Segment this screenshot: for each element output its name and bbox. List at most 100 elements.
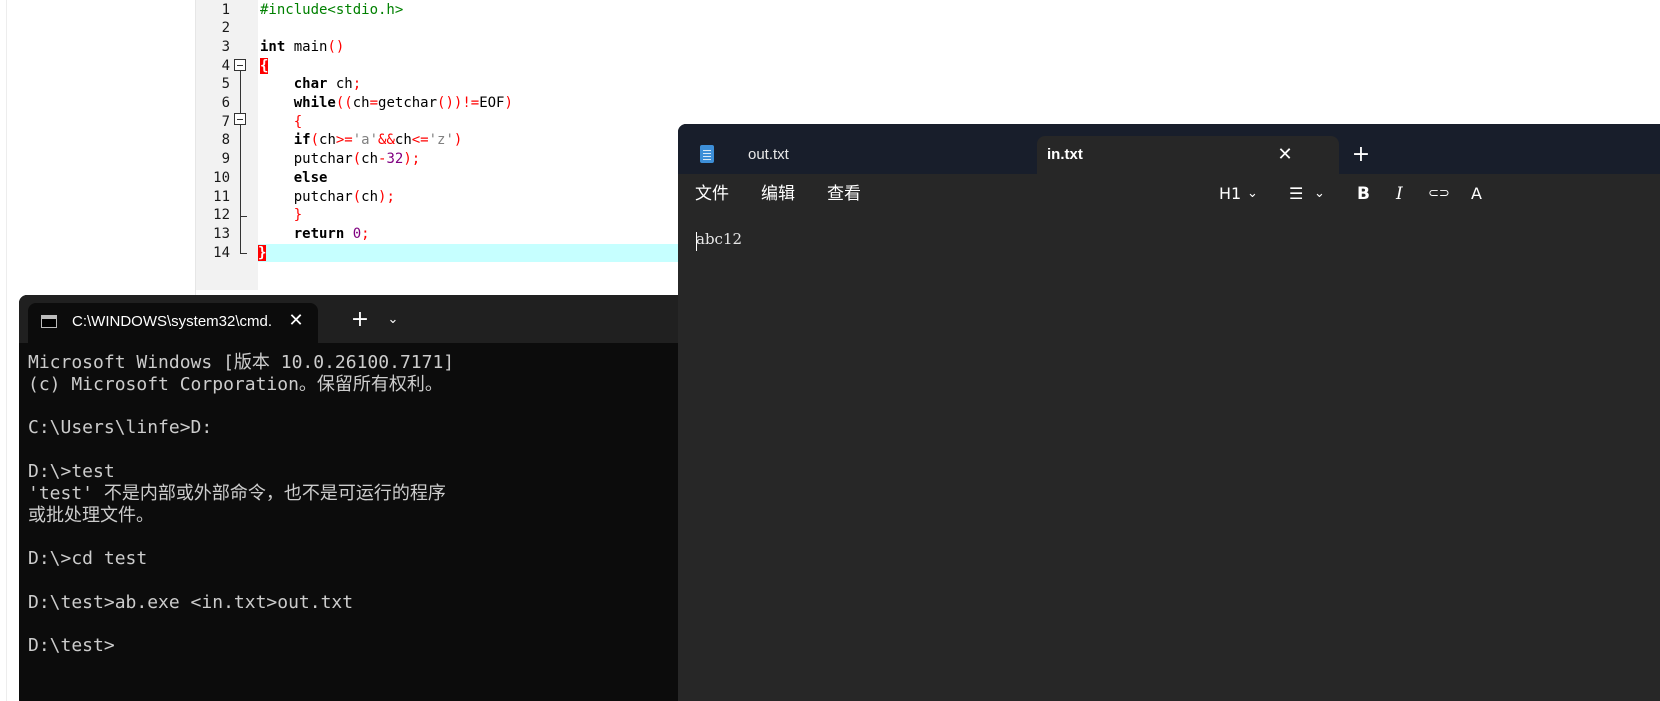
preprocessor-directive: #include<stdio.h> <box>260 1 404 18</box>
code-line-5: char ch; <box>260 75 361 94</box>
operator: ; <box>361 225 370 242</box>
line-number: 12 <box>213 207 230 224</box>
menu-edit[interactable]: 编辑 <box>761 182 795 206</box>
operator: = <box>369 95 379 111</box>
notepad-app-icon <box>700 145 714 163</box>
operator: ) <box>453 132 463 149</box>
brace: { <box>293 113 303 130</box>
heading-dropdown[interactable]: H1 <box>1219 182 1241 206</box>
operator: ( <box>310 132 320 149</box>
code-line-11: putchar(ch); <box>260 188 395 207</box>
notepad-text-area[interactable]: abc12 <box>678 214 1660 701</box>
notepad-window: out.txt in.txt ✕ + 文件 编辑 查看 H1 ⌄ ☰ ⌄ B I… <box>678 124 1660 701</box>
bold-button[interactable]: B <box>1357 182 1370 206</box>
code-line-7: { <box>260 113 302 132</box>
line-number: 11 <box>213 188 230 205</box>
identifier: putchar <box>293 151 353 168</box>
terminal-tab[interactable]: C:\WINDOWS\system32\cmd.exe ✕ <box>28 303 318 343</box>
identifier: putchar <box>293 188 353 205</box>
fold-end-marker <box>240 216 247 217</box>
keyword: int <box>260 38 286 55</box>
new-tab-button[interactable]: + <box>1350 144 1372 166</box>
terminal-window: C:\WINDOWS\system32\cmd.exe ✕ + ⌄ Micros… <box>19 295 679 701</box>
code-line-10: else <box>260 169 328 188</box>
link-icon[interactable]: ⊂⊃ <box>1428 182 1450 206</box>
line-number: 7 <box>221 113 230 130</box>
matched-brace: { <box>260 57 269 74</box>
number-literal: 0 <box>344 225 362 242</box>
chevron-down-icon[interactable]: ⌄ <box>1247 182 1258 206</box>
close-tab-icon[interactable]: ✕ <box>1275 144 1295 166</box>
char-literal: 'a' <box>352 132 379 149</box>
tab-out-txt[interactable]: out.txt <box>748 136 1008 174</box>
fold-collapse-icon[interactable] <box>234 113 246 125</box>
line-number: 14 <box>213 244 230 261</box>
code-line-1: #include<stdio.h> <box>260 1 403 20</box>
operator: <= <box>411 132 429 149</box>
line-number: 8 <box>221 132 230 149</box>
code-line-4: { <box>260 57 269 76</box>
tab-in-txt[interactable]: in.txt ✕ <box>1037 136 1339 174</box>
terminal-output[interactable]: Microsoft Windows [版本 10.0.26100.7171] (… <box>28 352 679 657</box>
matched-brace: } <box>258 244 267 261</box>
notepad-menu-bar: 文件 编辑 查看 H1 ⌄ ☰ ⌄ B I ⊂⊃ A <box>678 174 1660 214</box>
operator: ; <box>352 76 362 93</box>
notepad-content: abc12 <box>696 230 743 248</box>
operator: ())!= <box>437 95 480 111</box>
fold-collapse-icon[interactable] <box>234 59 246 71</box>
menu-file[interactable]: 文件 <box>695 182 729 206</box>
list-icon[interactable]: ☰ <box>1289 182 1303 206</box>
tab-label: in.txt <box>1047 146 1083 163</box>
keyword: else <box>293 169 328 186</box>
italic-button[interactable]: I <box>1396 182 1403 206</box>
code-line-13: return 0; <box>260 225 370 244</box>
identifier: ch <box>361 188 379 205</box>
console-icon <box>41 315 57 328</box>
operator: () <box>327 38 345 55</box>
code-line-12: } <box>260 206 302 225</box>
line-number: 13 <box>213 225 230 242</box>
fold-end-marker <box>240 253 247 254</box>
line-number: 10 <box>213 169 230 186</box>
line-number: 6 <box>221 95 230 111</box>
operator: ); <box>378 188 395 205</box>
line-number: 2 <box>221 20 230 37</box>
keyword: char <box>293 76 328 93</box>
line-number-gutter: 1 2 3 4 5 6 7 8 9 10 11 12 13 14 <box>196 0 258 290</box>
identifier: EOF <box>479 95 505 111</box>
code-line-9: putchar(ch-32); <box>260 150 420 169</box>
operator: >= <box>335 132 353 149</box>
keyword: if <box>293 132 311 149</box>
new-tab-button[interactable]: + <box>349 309 371 331</box>
number-literal: 32 <box>386 151 404 168</box>
identifier: ch <box>327 76 353 93</box>
close-tab-icon[interactable]: ✕ <box>286 310 306 332</box>
line-number: 5 <box>221 76 230 93</box>
notepad-tab-bar: out.txt in.txt ✕ + <box>678 124 1660 174</box>
operator: ) <box>504 95 513 111</box>
code-line-8: if(ch>='a'&&ch<='z') <box>260 131 463 150</box>
chevron-down-icon[interactable]: ⌄ <box>383 309 403 331</box>
identifier: ch <box>352 95 370 111</box>
operator: ( <box>352 151 362 168</box>
operator: && <box>378 132 395 149</box>
identifier: ch <box>319 132 336 149</box>
chevron-down-icon[interactable]: ⌄ <box>1314 182 1325 206</box>
code-line-6: while((ch=getchar())!=EOF) <box>260 94 513 113</box>
spellcheck-icon[interactable]: A <box>1471 182 1482 206</box>
keyword: return <box>293 225 345 242</box>
fold-guide <box>240 71 241 113</box>
menu-view[interactable]: 查看 <box>827 182 861 206</box>
terminal-tab-title: C:\WINDOWS\system32\cmd.exe <box>72 313 272 330</box>
fold-guide <box>240 125 241 253</box>
identifier: ch <box>394 132 412 149</box>
line-number: 4 <box>221 57 230 74</box>
terminal-tab-strip: C:\WINDOWS\system32\cmd.exe ✕ + ⌄ <box>19 295 679 343</box>
code-line-3: int main() <box>260 38 344 57</box>
line-number: 1 <box>221 1 230 18</box>
brace: } <box>293 207 303 224</box>
char-literal: 'z' <box>428 132 454 149</box>
operator: ); <box>403 151 421 168</box>
identifier: ch <box>361 151 379 168</box>
line-number: 3 <box>221 38 230 55</box>
